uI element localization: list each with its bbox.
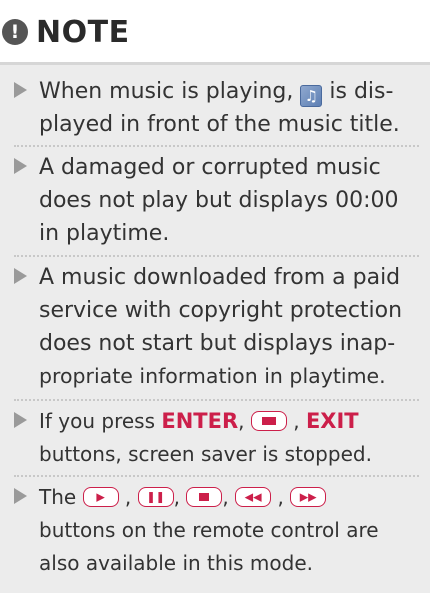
- comma: ,: [173, 485, 180, 509]
- divider: [14, 475, 419, 477]
- skip-forward-button-icon: ▶▶: [290, 487, 327, 507]
- note-item-copyright-music: A music downloaded from a paid service w…: [14, 261, 424, 393]
- exit-label: EXIT: [305, 409, 359, 433]
- triangle-bullet-icon: [14, 268, 27, 284]
- item-text: does not start but displays inap-: [39, 331, 396, 356]
- item-text: When music is playing,: [39, 79, 294, 104]
- note-title: NOTE: [36, 14, 130, 50]
- item-text: buttons, screen saver is stopped.: [39, 442, 372, 466]
- item-text: is dis-: [329, 79, 394, 104]
- note-item-music-playing: When music is playing, ♫ is dis- played …: [14, 75, 424, 141]
- item-text: If you press: [39, 409, 156, 433]
- item-text: A music downloaded from a paid: [39, 265, 401, 290]
- exclamation-circle-icon: !: [2, 19, 28, 45]
- play-button-icon: ▶: [82, 487, 119, 507]
- comma: ,: [124, 485, 132, 509]
- skip-back-button-icon: ◀◀: [235, 487, 272, 507]
- stop-button-icon: [250, 411, 287, 431]
- divider: [14, 399, 419, 401]
- triangle-bullet-icon: [14, 488, 27, 504]
- item-text: propriate information in playtime.: [39, 364, 386, 388]
- note-item-remote-buttons: The ▶ , ❚❚, , ◀◀ , ▶▶ buttons on the rem…: [14, 481, 424, 580]
- triangle-bullet-icon: [14, 412, 27, 428]
- comma: ,: [293, 409, 300, 433]
- triangle-bullet-icon: [14, 82, 27, 98]
- comma: ,: [238, 409, 245, 433]
- divider: [14, 145, 419, 147]
- divider: [14, 255, 419, 257]
- note-item-damaged-music: A damaged or corrupted music does not pl…: [14, 151, 424, 250]
- music-note-icon: ♫: [300, 85, 323, 107]
- comma: ,: [222, 485, 229, 509]
- item-text: does not play but displays 00:00: [39, 188, 399, 213]
- item-text: played in front of the music title.: [39, 112, 400, 137]
- note-item-screen-saver: If you press ENTER, , EXIT buttons, scre…: [14, 405, 424, 471]
- enter-label: ENTER: [161, 409, 239, 433]
- item-text: The: [39, 485, 77, 509]
- item-text: A damaged or corrupted music: [39, 155, 381, 180]
- item-text: service with copyright protection: [39, 298, 403, 323]
- stop-button-icon: [186, 487, 223, 507]
- triangle-bullet-icon: [14, 158, 27, 174]
- note-heading: ! NOTE: [2, 12, 130, 52]
- item-text: also available in this mode.: [39, 551, 313, 575]
- item-text: in playtime.: [39, 221, 170, 246]
- pause-button-icon: ❚❚: [137, 487, 174, 507]
- item-text: buttons on the remote control are: [39, 518, 379, 542]
- comma: ,: [277, 485, 284, 509]
- note-panel: When music is playing, ♫ is dis- played …: [0, 62, 430, 593]
